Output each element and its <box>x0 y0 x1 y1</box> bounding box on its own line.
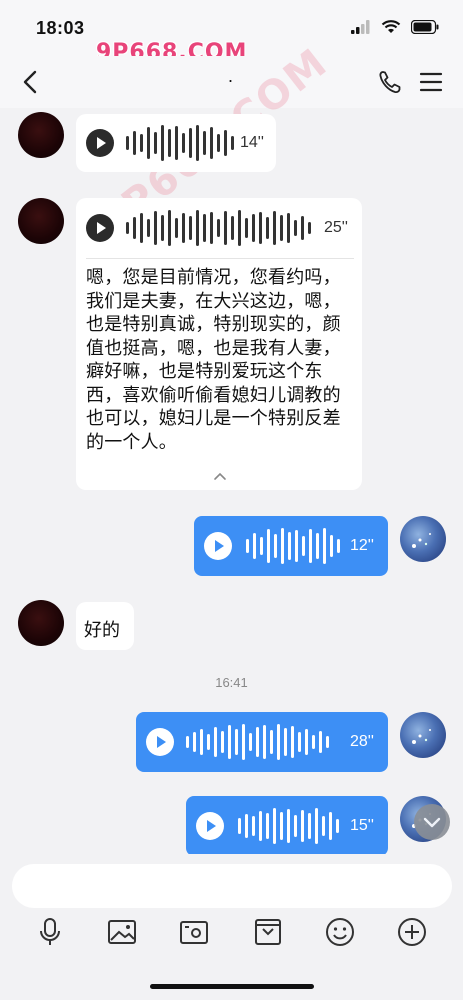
message-input[interactable] <box>12 864 452 908</box>
transcript-divider <box>86 258 354 259</box>
image-icon[interactable] <box>106 916 138 948</box>
add-icon[interactable] <box>396 916 428 948</box>
play-icon[interactable] <box>146 728 174 756</box>
play-icon[interactable] <box>86 214 114 242</box>
avatar-self[interactable] <box>400 712 446 758</box>
signal-icon <box>351 20 370 34</box>
status-time: 18:03 <box>36 18 85 38</box>
waveform <box>186 723 329 761</box>
voice-duration: 12'' <box>350 537 374 554</box>
voice-duration: 14'' <box>240 134 264 151</box>
waveform <box>238 807 339 845</box>
play-icon[interactable] <box>196 812 224 840</box>
status-icons <box>351 20 439 34</box>
phone-call-button[interactable] <box>377 68 403 96</box>
battery-icon <box>411 20 439 34</box>
chat-title: . <box>228 66 234 86</box>
avatar-contact[interactable] <box>18 112 64 158</box>
voice-message[interactable]: 14'' <box>76 114 276 172</box>
text-message-content: 好的 <box>84 620 120 641</box>
waveform <box>126 209 311 247</box>
emoji-icon[interactable] <box>324 916 356 948</box>
voice-message-sent[interactable]: 28'' <box>136 712 388 772</box>
voice-transcript: 嗯，您是目前情况，您看约吗，我们是夫妻，在大兴这边，嗯，也是特别真诚，特别现实的… <box>86 267 341 453</box>
voice-duration: 25'' <box>324 219 348 236</box>
play-icon[interactable] <box>204 532 232 560</box>
scroll-to-bottom-button[interactable] <box>414 804 450 840</box>
voice-message-sent[interactable]: 12'' <box>194 516 388 576</box>
voice-message-sent[interactable]: 15'' <box>186 796 388 856</box>
avatar-contact[interactable] <box>18 600 64 646</box>
play-icon[interactable] <box>86 129 114 157</box>
back-button[interactable] <box>18 68 44 96</box>
menu-button[interactable] <box>419 70 443 94</box>
home-indicator <box>150 984 314 989</box>
avatar-self[interactable] <box>400 516 446 562</box>
timestamp: 16:41 <box>215 675 248 690</box>
voice-duration: 15'' <box>350 817 374 834</box>
folder-icon[interactable] <box>252 916 284 948</box>
camera-icon[interactable] <box>178 916 210 948</box>
chevron-down-icon <box>423 817 441 828</box>
wifi-icon <box>381 20 401 33</box>
waveform <box>246 527 340 565</box>
microphone-icon[interactable] <box>34 916 66 948</box>
chevron-up-icon[interactable] <box>212 470 228 482</box>
voice-duration: 28'' <box>350 733 374 750</box>
waveform <box>126 124 234 162</box>
avatar-contact[interactable] <box>18 198 64 244</box>
